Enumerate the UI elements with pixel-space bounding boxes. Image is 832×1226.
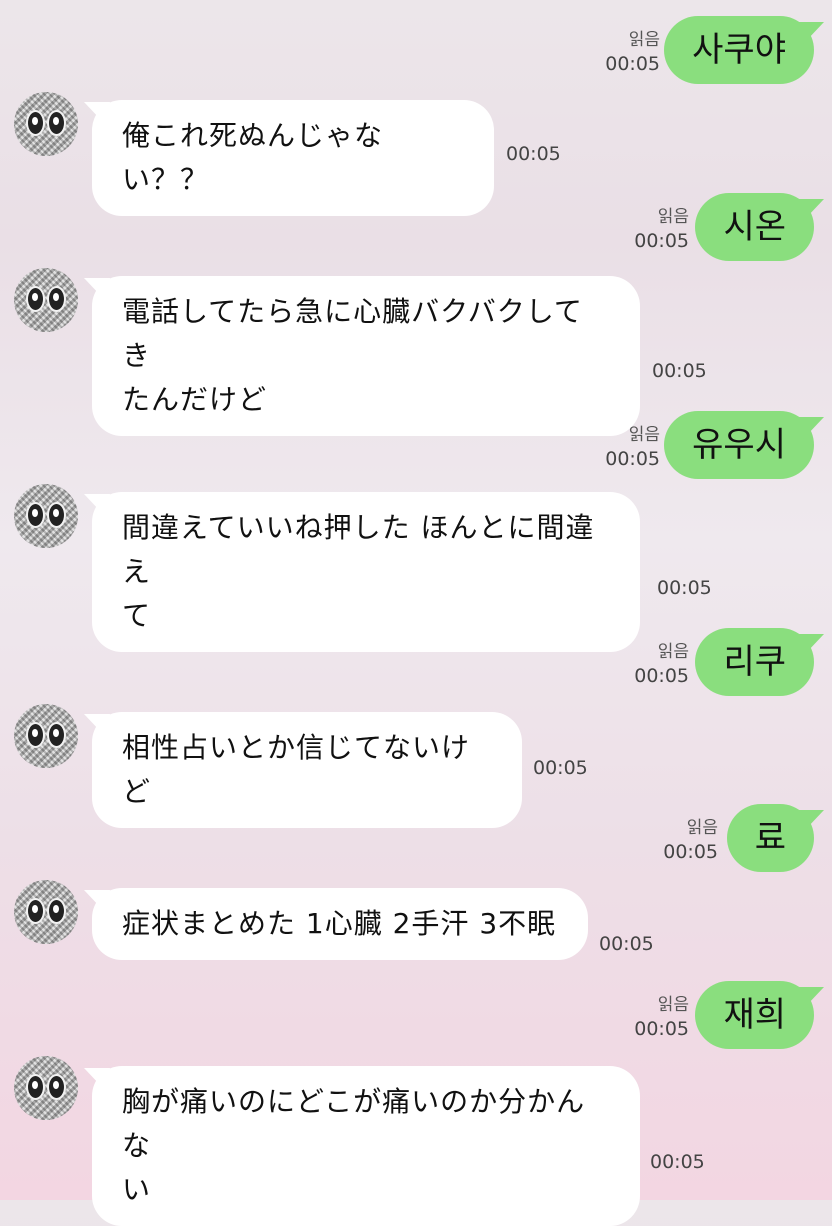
avatar-eye-icon (49, 724, 64, 746)
read-receipt: 읽음 (657, 207, 689, 227)
sender-avatar[interactable] (14, 1056, 78, 1120)
message-time: 00:05 (605, 53, 660, 75)
read-receipt: 읽음 (657, 642, 689, 662)
incoming-message-bubble[interactable]: 俺これ死ぬんじゃない？？ (92, 100, 494, 216)
message-text-line: 電話してたら急に心臓バクバクしてき (122, 295, 583, 372)
avatar-eye-icon (28, 504, 43, 526)
avatar-eye-icon (49, 900, 64, 922)
avatar-eye-icon (28, 288, 43, 310)
message-time: 00:05 (657, 577, 712, 599)
read-receipt: 읽음 (628, 425, 660, 445)
read-receipt: 읽음 (628, 30, 660, 50)
message-meta: 읽음 00:05 (634, 642, 689, 687)
chat-message-list[interactable]: 읽음 00:05 사쿠야 俺これ死ぬんじゃない？？ 00:05 읽음 00:05… (0, 0, 832, 1226)
message-meta: 읽음 00:05 (605, 425, 660, 470)
incoming-message-bubble[interactable]: 間違えていいね押した ほんとに間違え て (92, 492, 640, 652)
read-receipt: 읽음 (686, 818, 718, 838)
avatar-eye-icon (28, 724, 43, 746)
avatar-eye-icon (49, 112, 64, 134)
message-text: 俺これ死ぬんじゃない？？ (122, 119, 384, 196)
message-time: 00:05 (506, 143, 561, 165)
message-time: 00:05 (634, 665, 689, 687)
message-meta: 읽음 00:05 (605, 30, 660, 75)
message-time: 00:05 (599, 933, 654, 955)
message-time: 00:05 (652, 360, 707, 382)
message-time: 00:05 (663, 841, 718, 863)
message-text-line: て (122, 599, 152, 632)
incoming-message-bubble[interactable]: 症状まとめた 1心臓 2手汗 3不眠 (92, 888, 588, 960)
message-time: 00:05 (634, 230, 689, 252)
incoming-message-bubble[interactable]: 電話してたら急に心臓バクバクしてき たんだけど (92, 276, 640, 436)
message-time: 00:05 (650, 1151, 705, 1173)
message-meta: 읽음 00:05 (634, 207, 689, 252)
avatar-eye-icon (28, 112, 43, 134)
sender-avatar[interactable] (14, 704, 78, 768)
avatar-eye-icon (49, 288, 64, 310)
incoming-message-bubble[interactable]: 相性占いとか信じてないけど (92, 712, 522, 828)
avatar-eye-icon (28, 1076, 43, 1098)
message-text: 相性占いとか信じてないけど (122, 731, 471, 808)
message-time: 00:05 (605, 448, 660, 470)
message-meta: 읽음 00:05 (663, 818, 718, 863)
message-text-line: い (122, 1173, 152, 1206)
outgoing-message-bubble[interactable]: 리쿠 (695, 628, 814, 696)
avatar-eye-icon (49, 504, 64, 526)
message-time: 00:05 (634, 1018, 689, 1040)
outgoing-message-bubble[interactable]: 사쿠야 (664, 16, 814, 84)
outgoing-message-bubble[interactable]: 료 (726, 804, 814, 872)
sender-avatar[interactable] (14, 880, 78, 944)
read-receipt: 읽음 (657, 995, 689, 1015)
sender-avatar[interactable] (14, 92, 78, 156)
message-meta: 읽음 00:05 (634, 995, 689, 1040)
message-text-line: 間違えていいね押した ほんとに間違え (122, 511, 595, 588)
message-text-line: たんだけど (122, 383, 268, 416)
outgoing-message-bubble[interactable]: 시온 (695, 193, 814, 261)
incoming-message-bubble[interactable]: 胸が痛いのにどこが痛いのか分かんな い (92, 1066, 640, 1226)
outgoing-message-bubble[interactable]: 유우시 (664, 411, 814, 479)
outgoing-message-bubble[interactable]: 재희 (695, 981, 814, 1049)
message-text-line: 胸が痛いのにどこが痛いのか分かんな (122, 1085, 586, 1162)
sender-avatar[interactable] (14, 268, 78, 332)
avatar-eye-icon (49, 1076, 64, 1098)
sender-avatar[interactable] (14, 484, 78, 548)
avatar-eye-icon (28, 900, 43, 922)
message-time: 00:05 (533, 757, 588, 779)
message-text: 症状まとめた 1心臓 2手汗 3不眠 (122, 907, 557, 940)
